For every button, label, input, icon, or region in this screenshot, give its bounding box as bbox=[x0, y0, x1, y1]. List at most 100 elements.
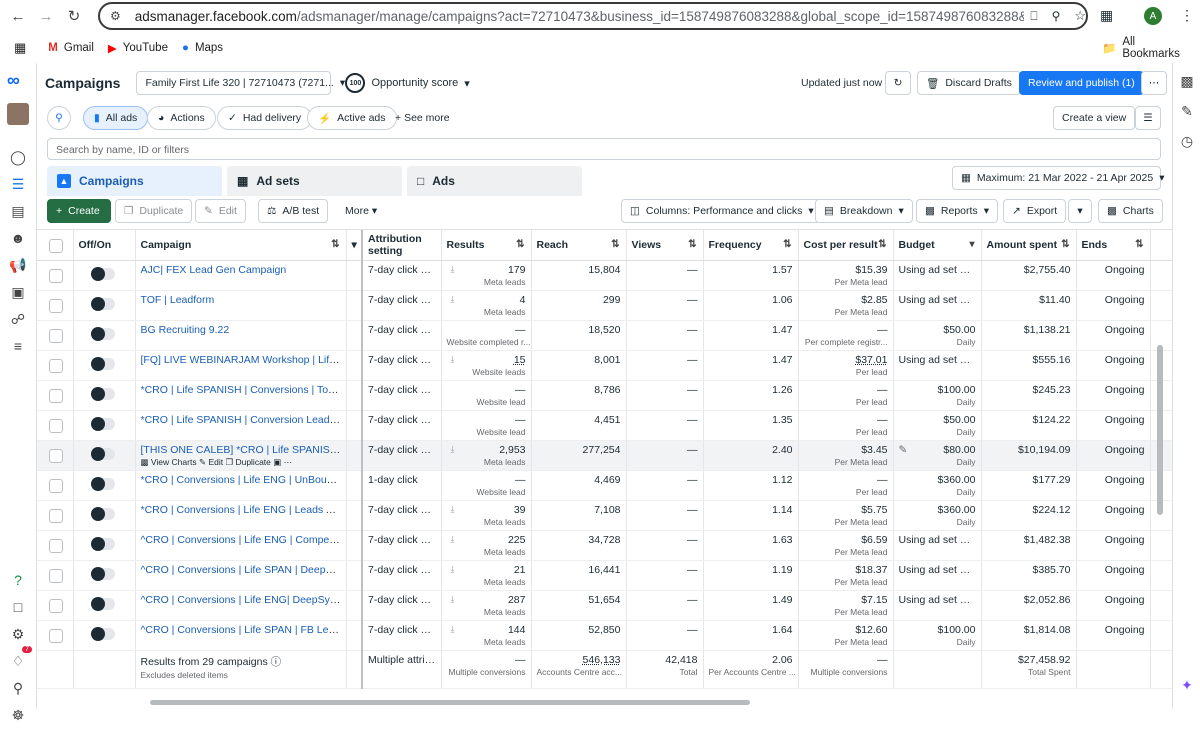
budget-cell[interactable]: $360.00 Daily bbox=[893, 470, 982, 501]
dashboard-icon[interactable]: ◯ bbox=[6, 145, 30, 169]
row-toggle-cell[interactable] bbox=[73, 620, 136, 651]
delivery-toggle[interactable] bbox=[90, 326, 115, 341]
row-select[interactable] bbox=[37, 530, 74, 561]
budget-cell[interactable]: Using ad set bu... bbox=[893, 290, 982, 321]
campaign-cell[interactable]: *CRO | Life SPANISH | Conversion Leads |… bbox=[135, 410, 347, 441]
create-button[interactable]: + Create bbox=[47, 199, 111, 223]
bug-report-icon[interactable]: ☸ bbox=[6, 703, 30, 727]
export-button[interactable]: ↗ Export bbox=[1003, 199, 1067, 223]
edit-panel-icon[interactable]: ✎ bbox=[1175, 99, 1199, 123]
row-toggle-cell[interactable] bbox=[73, 260, 136, 291]
apps-icon[interactable]: ▦ bbox=[14, 40, 26, 56]
budget-cell[interactable]: Using ad set bu... bbox=[893, 260, 982, 291]
audiences-icon[interactable]: ☻ bbox=[6, 226, 30, 250]
catalog-icon[interactable]: ▤ bbox=[6, 199, 30, 223]
delivery-toggle[interactable] bbox=[90, 296, 115, 311]
install-icon[interactable]: ⎕ bbox=[1030, 9, 1037, 24]
row-select[interactable] bbox=[37, 560, 74, 591]
campaign-name[interactable]: ^CRO | Conversions | Life SPAN | FB Lead… bbox=[141, 624, 346, 636]
table-row[interactable]: BG Recruiting 9.22 7-day click or ... — Web… bbox=[37, 320, 1172, 351]
campaign-cell[interactable]: *CRO | Conversions | Life ENG | Leads Ad… bbox=[135, 500, 347, 531]
campaign-name[interactable]: TOF | Leadform bbox=[141, 294, 215, 306]
col-ends[interactable]: Ends ⇅ bbox=[1076, 230, 1151, 261]
col-amount-spent[interactable]: Amount spent ⇅ bbox=[981, 230, 1077, 261]
sort-icon[interactable]: ⇅ bbox=[1135, 239, 1143, 250]
table-row[interactable]: ^CRO | Conversions | Life SPAN | DeepSyn… bbox=[37, 560, 1172, 591]
account-avatar[interactable] bbox=[7, 103, 29, 125]
campaign-name[interactable]: ^CRO | Conversions | Life SPAN | DeepSyn… bbox=[141, 564, 346, 576]
advertise-icon[interactable]: 📢 bbox=[6, 253, 30, 277]
discard-drafts-button[interactable]: 🗑 Discard Drafts bbox=[917, 71, 1021, 95]
extensions-icon[interactable]: ▦ bbox=[1100, 7, 1113, 24]
view-settings-button[interactable]: ☰ bbox=[1135, 106, 1161, 130]
charts-button[interactable]: ▩ Charts bbox=[1098, 199, 1163, 223]
bookmark-gmail[interactable]: M Gmail bbox=[48, 42, 94, 54]
row-select[interactable] bbox=[37, 320, 74, 351]
delivery-toggle[interactable] bbox=[90, 386, 115, 401]
account-selector[interactable]: Family First Life 320 | 72710473 (7271..… bbox=[136, 71, 345, 95]
sort-icon[interactable]: ⇅ bbox=[1061, 239, 1069, 250]
row-select[interactable] bbox=[37, 380, 74, 411]
table-row[interactable]: *CRO | Conversions | Life ENG | Leads Ad… bbox=[37, 500, 1172, 531]
sort-icon[interactable]: ⇅ bbox=[611, 239, 619, 250]
ab-test-button[interactable]: ⚖ A/B test bbox=[258, 199, 329, 223]
zoom-icon[interactable]: ⚲ bbox=[1052, 9, 1061, 23]
table-row[interactable]: *CRO | Conversions | Life ENG | UnBounce… bbox=[37, 470, 1172, 501]
delivery-toggle[interactable] bbox=[90, 626, 115, 641]
delivery-toggle[interactable] bbox=[90, 596, 115, 611]
campaign-cell[interactable]: ^CRO | Conversions | Life SPAN | DeepSyn… bbox=[135, 560, 347, 591]
notifications-icon[interactable]: ♢ 7 bbox=[6, 646, 32, 673]
table-row[interactable]: ^CRO | Conversions | Life SPAN | FB Lead… bbox=[37, 620, 1172, 651]
campaign-name[interactable]: ^CRO | Conversions | Life ENG| DeepSync … bbox=[141, 594, 346, 606]
campaign-name[interactable]: *CRO | Conversions | Life ENG | Leads Ad… bbox=[141, 504, 346, 516]
columns-button[interactable]: ◫ Columns: Performance and clicks ▾ bbox=[621, 199, 823, 223]
duplicate-button[interactable]: ❐ Duplicate bbox=[115, 199, 193, 223]
opportunity-score[interactable]: 100 Opportunity score ▾ bbox=[345, 73, 470, 93]
row-checkbox[interactable] bbox=[49, 298, 63, 313]
row-select[interactable] bbox=[37, 590, 74, 621]
delivery-toggle[interactable] bbox=[90, 536, 115, 551]
row-select[interactable] bbox=[37, 440, 74, 471]
more-icon[interactable]: ⋯ bbox=[284, 457, 293, 467]
campaign-cell[interactable]: BG Recruiting 9.22 bbox=[135, 320, 347, 351]
analytics-icon[interactable]: ▩ bbox=[1175, 69, 1199, 93]
row-select[interactable] bbox=[37, 260, 74, 291]
all-tools-icon[interactable]: ≡ bbox=[6, 334, 30, 358]
row-checkbox[interactable] bbox=[49, 388, 63, 403]
row-toggle-cell[interactable] bbox=[73, 590, 136, 621]
horizontal-scrollbar[interactable] bbox=[150, 700, 750, 705]
select-all[interactable] bbox=[37, 230, 74, 261]
news-icon[interactable]: □ bbox=[6, 595, 30, 619]
pin-icon[interactable]: ▣ bbox=[273, 457, 281, 467]
campaign-cell[interactable]: AJC| FEX Lead Gen Campaign bbox=[135, 260, 347, 291]
all-bookmarks[interactable]: 📁 All Bookmarks bbox=[1102, 36, 1186, 60]
profile-avatar[interactable]: A bbox=[1144, 7, 1162, 25]
row-toggle-cell[interactable] bbox=[73, 440, 136, 471]
col-reach[interactable]: Reach ⇅ bbox=[531, 230, 627, 261]
more-button[interactable]: More ▾ bbox=[345, 205, 377, 217]
col-campaign[interactable]: Campaign ⇅ bbox=[135, 230, 347, 261]
campaign-cell[interactable]: ^CRO | Conversions | Life ENG | Competit… bbox=[135, 530, 347, 561]
row-select[interactable] bbox=[37, 290, 74, 321]
reload-icon[interactable]: ↻ bbox=[60, 2, 88, 30]
campaign-name[interactable]: AJC| FEX Lead Gen Campaign bbox=[141, 264, 287, 276]
campaign-name[interactable]: BG Recruiting 9.22 bbox=[141, 324, 230, 336]
sort-icon[interactable]: ⇅ bbox=[331, 239, 339, 250]
campaign-cell[interactable]: TOF | Leadform bbox=[135, 290, 347, 321]
row-checkbox[interactable] bbox=[49, 448, 63, 463]
breakdown-button[interactable]: ▤ Breakdown ▾ bbox=[815, 199, 913, 223]
row-select[interactable] bbox=[37, 350, 74, 381]
row-select[interactable] bbox=[37, 410, 74, 441]
row-toggle-cell[interactable] bbox=[73, 410, 136, 441]
view-charts-link[interactable]: ▩ View Charts bbox=[141, 457, 197, 467]
row-toggle-cell[interactable] bbox=[73, 470, 136, 501]
row-select[interactable] bbox=[37, 500, 74, 531]
campaign-name[interactable]: [FQ] LIVE WEBINARJAM Workshop | Life Ins… bbox=[141, 354, 346, 366]
row-checkbox[interactable] bbox=[49, 568, 63, 583]
row-checkbox[interactable] bbox=[49, 268, 63, 283]
row-checkbox[interactable] bbox=[49, 628, 63, 643]
bookmark-maps[interactable]: ● Maps bbox=[182, 42, 223, 54]
delivery-toggle[interactable] bbox=[90, 566, 115, 581]
date-range-picker[interactable]: ▦ Maximum: 21 Mar 2022 - 21 Apr 2025 ▾ bbox=[952, 166, 1164, 190]
tab-adsets[interactable]: ▦ Ad sets bbox=[227, 166, 402, 196]
